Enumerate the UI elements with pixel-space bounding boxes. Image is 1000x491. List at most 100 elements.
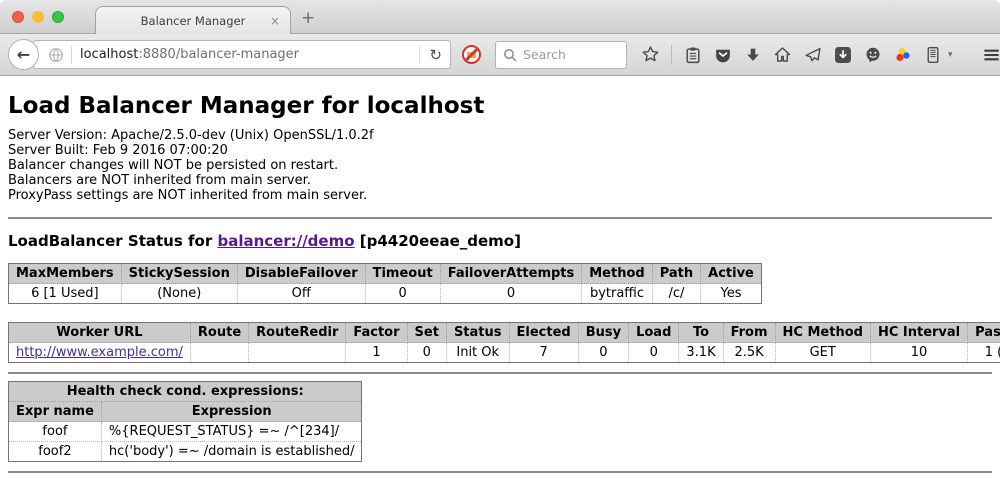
col-elected: Elected — [509, 323, 578, 343]
col-path: Path — [652, 264, 700, 284]
search-input[interactable] — [523, 47, 613, 62]
col-route: Route — [190, 323, 248, 343]
url-path: :8880/balancer-manager — [138, 47, 299, 62]
server-version-line: Server Version: Apache/2.5.0-dev (Unix) … — [8, 128, 992, 143]
col-hc-method: HC Method — [775, 323, 870, 343]
cell-method: bytraffic — [582, 284, 652, 304]
col-status: Status — [446, 323, 509, 343]
url-text[interactable]: localhost:8880/balancer-manager — [80, 47, 413, 62]
cell-expression: %{REQUEST_STATUS} =~ /^[234]/ — [101, 422, 362, 442]
table-row: foof %{REQUEST_STATUS} =~ /^[234]/ — [9, 422, 362, 442]
tab-close-icon[interactable]: × — [270, 14, 280, 28]
server-info: Server Version: Apache/2.5.0-dev (Unix) … — [8, 128, 992, 203]
server-built-line: Server Built: Feb 9 2016 07:00:20 — [8, 143, 992, 158]
window-controls — [12, 11, 64, 23]
bookmark-star-icon[interactable] — [641, 45, 660, 64]
cell-expression: hc('body') =~ /domain is established/ — [101, 442, 362, 462]
balancer-demo-link[interactable]: balancer://demo — [217, 232, 354, 250]
inherit-warning-line: Balancers are NOT inherited from main se… — [8, 173, 992, 188]
col-routeredir: RouteRedir — [249, 323, 346, 343]
col-method: Method — [582, 264, 652, 284]
cell-expr-name: foof — [9, 422, 102, 442]
home-icon[interactable] — [773, 45, 792, 64]
tab-bar: Balancer Manager × + — [0, 0, 1000, 34]
cell-load: 0 — [629, 343, 679, 363]
cell-to: 3.1K — [679, 343, 723, 363]
worker-url-link[interactable]: http://www.example.com/ — [16, 345, 183, 360]
page-title: Load Balancer Manager for localhost — [8, 93, 992, 119]
minimize-window-button[interactable] — [32, 11, 44, 23]
col-maxmembers: MaxMembers — [9, 264, 122, 284]
col-set: Set — [407, 323, 446, 343]
browser-tab[interactable]: Balancer Manager × — [95, 6, 291, 35]
feedback-smiley-icon[interactable] — [863, 45, 882, 64]
search-icon — [503, 48, 517, 62]
zoom-window-button[interactable] — [52, 11, 64, 23]
col-from: From — [723, 323, 775, 343]
col-stickysession: StickySession — [121, 264, 237, 284]
section-divider — [8, 471, 992, 473]
back-button[interactable]: ← — [8, 39, 39, 70]
table-title-row: Health check cond. expressions: — [9, 382, 362, 402]
cell-failoverattempts: 0 — [440, 284, 582, 304]
close-window-button[interactable] — [12, 11, 24, 23]
cell-hc-interval: 10 — [870, 343, 967, 363]
cell-from: 2.5K — [723, 343, 775, 363]
new-tab-button[interactable]: + — [301, 8, 315, 28]
cell-worker-url: http://www.example.com/ — [9, 343, 191, 363]
persist-warning-line: Balancer changes will NOT be persisted o… — [8, 158, 992, 173]
cell-routeredir — [249, 343, 346, 363]
globe-icon — [48, 47, 64, 63]
send-tab-icon[interactable] — [803, 45, 822, 64]
table-header-row: Expr name Expression — [9, 402, 362, 422]
health-check-title: Health check cond. expressions: — [9, 382, 362, 402]
toolbar-icons: ▾ — [641, 45, 1000, 65]
container-extension-icon[interactable] — [923, 45, 942, 64]
section-divider — [8, 372, 992, 374]
extension-download-icon[interactable] — [833, 45, 852, 64]
cell-status: Init Ok — [446, 343, 509, 363]
cell-active: Yes — [701, 284, 762, 304]
cell-maxmembers: 6 [1 Used] — [9, 284, 122, 304]
cell-factor: 1 — [346, 343, 407, 363]
cell-stickysession: (None) — [121, 284, 237, 304]
url-bar[interactable]: localhost:8880/balancer-manager ↻ — [33, 40, 451, 69]
section-divider — [8, 217, 992, 219]
cell-route — [190, 343, 248, 363]
table-header-row: Worker URL Route RouteRedir Factor Set S… — [9, 323, 1000, 343]
downloads-icon[interactable] — [743, 45, 762, 64]
cell-expr-name: foof2 — [9, 442, 102, 462]
balancer-settings-table: MaxMembers StickySession DisableFailover… — [8, 263, 762, 304]
col-hc-interval: HC Interval — [870, 323, 967, 343]
page-content: Load Balancer Manager for localhost Serv… — [0, 93, 1000, 473]
tab-title: Balancer Manager — [141, 14, 246, 28]
col-factor: Factor — [346, 323, 407, 343]
col-passes: Passes — [968, 323, 1000, 343]
col-expression: Expression — [101, 402, 362, 422]
loadbalancer-status-heading: LoadBalancer Status for balancer://demo … — [8, 232, 992, 250]
proxypass-warning-line: ProxyPass settings are NOT inherited fro… — [8, 188, 992, 203]
health-check-table: Health check cond. expressions: Expr nam… — [8, 381, 362, 462]
browser-window: Balancer Manager × + ← localhost:8880/ba… — [0, 0, 1000, 491]
url-divider — [71, 46, 72, 64]
col-failoverattempts: FailoverAttempts — [440, 264, 582, 284]
plugin-blocked-icon[interactable] — [462, 45, 481, 64]
col-expr-name: Expr name — [9, 402, 102, 422]
cell-passes: 1 (0) — [968, 343, 1000, 363]
dropdown-caret-icon[interactable]: ▾ — [948, 50, 953, 60]
cell-elected: 7 — [509, 343, 578, 363]
cell-timeout: 0 — [365, 284, 440, 304]
table-row: 6 [1 Used] (None) Off 0 0 bytraffic /c/ … — [9, 284, 762, 304]
search-bar[interactable] — [495, 41, 627, 69]
table-row: foof2 hc('body') =~ /domain is establish… — [9, 442, 362, 462]
reload-icon[interactable]: ↻ — [419, 46, 442, 64]
reading-list-icon[interactable] — [683, 45, 702, 64]
cell-hc-method: GET — [775, 343, 870, 363]
pocket-icon[interactable] — [713, 45, 732, 64]
menu-hamburger-icon[interactable] — [982, 45, 1000, 64]
cell-busy: 0 — [578, 343, 628, 363]
cell-path: /c/ — [652, 284, 700, 304]
url-domain: localhost — [80, 47, 138, 62]
worker-table: Worker URL Route RouteRedir Factor Set S… — [8, 322, 1000, 363]
colored-dots-extension-icon[interactable] — [893, 45, 912, 64]
